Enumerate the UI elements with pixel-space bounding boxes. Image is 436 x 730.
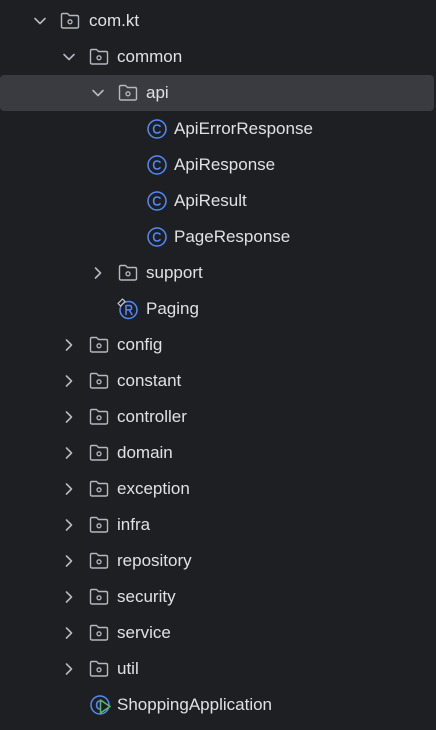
project-tree: com.kt common api ApiErrorResponse ApiRe… (0, 0, 436, 730)
tree-item-api[interactable]: api (0, 75, 434, 111)
tree-item-label: ApiResult (174, 191, 247, 210)
folder-package-icon (88, 46, 110, 68)
chevron-right-icon[interactable] (62, 662, 76, 676)
folder-package-icon (117, 262, 139, 284)
tree-item-label: ShoppingApplication (117, 695, 273, 714)
class-icon (146, 118, 168, 140)
tree-item-label: constant (117, 371, 182, 390)
folder-package-icon (88, 442, 110, 464)
folder-package-icon (88, 550, 110, 572)
tree-item-label: repository (117, 551, 192, 570)
tree-item-label: controller (117, 407, 187, 426)
tree-item-apierrorresponse[interactable]: ApiErrorResponse (0, 111, 436, 147)
tree-item-label: domain (117, 443, 173, 462)
chevron-right-icon[interactable] (62, 338, 76, 352)
tree-item-label: util (117, 659, 139, 678)
tree-item-com-kt[interactable]: com.kt (0, 3, 436, 39)
tree-item-label: security (117, 587, 176, 606)
record-icon (117, 298, 139, 320)
tree-item-label: ApiResponse (174, 155, 276, 174)
class-icon (146, 154, 168, 176)
folder-package-icon (88, 622, 110, 644)
tree-item-label: ApiErrorResponse (174, 119, 313, 138)
class-icon (146, 226, 168, 248)
folder-package-icon (88, 334, 110, 356)
chevron-right-icon[interactable] (62, 626, 76, 640)
tree-item-pageresponse[interactable]: PageResponse (0, 219, 436, 255)
spring-boot-class-icon (89, 694, 111, 716)
folder-package-icon (88, 406, 110, 428)
chevron-right-icon[interactable] (62, 590, 76, 604)
folder-package-icon (117, 82, 139, 104)
tree-item-paging[interactable]: Paging (0, 291, 436, 327)
chevron-right-icon[interactable] (62, 374, 76, 388)
folder-package-icon (88, 514, 110, 536)
tree-item-label: support (146, 263, 203, 282)
tree-item-util[interactable]: util (0, 651, 436, 687)
tree-item-label: api (146, 83, 169, 102)
tree-item-label: PageResponse (174, 227, 291, 246)
tree-item-shoppingapplication[interactable]: ShoppingApplication (0, 687, 436, 723)
tree-item-label: Paging (146, 299, 199, 318)
folder-package-icon (88, 478, 110, 500)
tree-item-constant[interactable]: constant (0, 363, 436, 399)
tree-item-common[interactable]: common (0, 39, 436, 75)
chevron-right-icon[interactable] (91, 266, 105, 280)
class-icon (146, 190, 168, 212)
tree-item-label: config (117, 335, 163, 354)
chevron-right-icon[interactable] (62, 482, 76, 496)
tree-item-label: service (117, 623, 171, 642)
chevron-right-icon[interactable] (62, 554, 76, 568)
chevron-right-icon[interactable] (62, 518, 76, 532)
tree-item-label: infra (117, 515, 151, 534)
tree-item-controller[interactable]: controller (0, 399, 436, 435)
tree-item-repository[interactable]: repository (0, 543, 436, 579)
tree-item-domain[interactable]: domain (0, 435, 436, 471)
chevron-right-icon[interactable] (62, 446, 76, 460)
folder-package-icon (88, 586, 110, 608)
tree-item-service[interactable]: service (0, 615, 436, 651)
tree-item-support[interactable]: support (0, 255, 436, 291)
tree-item-infra[interactable]: infra (0, 507, 436, 543)
tree-item-label: exception (117, 479, 190, 498)
tree-item-label: common (117, 47, 183, 66)
chevron-down-icon[interactable] (91, 86, 105, 100)
tree-item-config[interactable]: config (0, 327, 436, 363)
tree-item-apiresponse[interactable]: ApiResponse (0, 147, 436, 183)
chevron-right-icon[interactable] (62, 410, 76, 424)
chevron-down-icon[interactable] (62, 50, 76, 64)
tree-item-exception[interactable]: exception (0, 471, 436, 507)
folder-package-icon (59, 10, 81, 32)
tree-item-security[interactable]: security (0, 579, 436, 615)
tree-item-apiresult[interactable]: ApiResult (0, 183, 436, 219)
tree-item-label: com.kt (89, 11, 140, 30)
folder-package-icon (88, 370, 110, 392)
folder-package-icon (88, 658, 110, 680)
chevron-down-icon[interactable] (33, 14, 47, 28)
